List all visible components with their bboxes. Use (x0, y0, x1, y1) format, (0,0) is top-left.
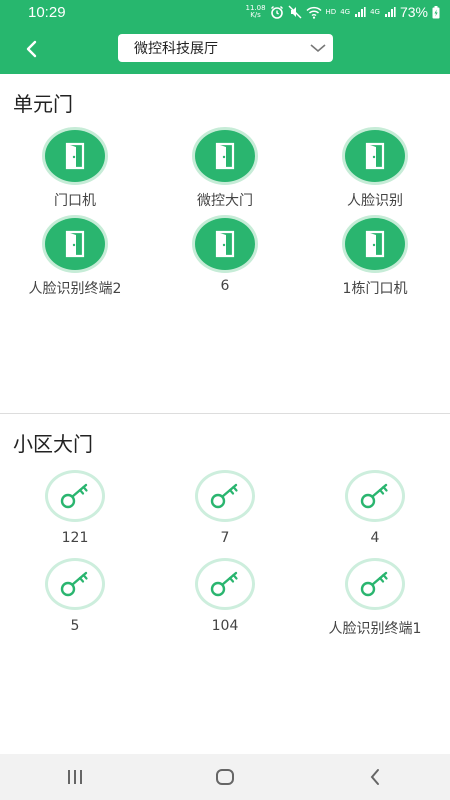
community-gate-grid: 121 7 4 5 104 人脸识别终端1 (0, 470, 450, 646)
home-button[interactable] (195, 757, 255, 797)
network-speed: 11.08 K/s (245, 5, 265, 19)
door-item[interactable]: 人脸识别终端2 (0, 218, 150, 306)
door-item[interactable]: 人脸识别 (300, 130, 450, 218)
door-icon (345, 218, 405, 270)
door-icon (345, 130, 405, 182)
door-item-label: 人脸识别终端2 (28, 281, 122, 297)
recent-apps-button[interactable] (45, 757, 105, 797)
door-item-label: 微控大门 (197, 193, 253, 209)
door-item[interactable]: 门口机 (0, 130, 150, 218)
door-icon (195, 130, 255, 182)
gate-item-label: 4 (370, 530, 380, 546)
battery-icon (432, 5, 440, 19)
network-type-2: 4G (370, 8, 380, 16)
gate-item[interactable]: 5 (0, 558, 150, 646)
gate-item-label: 7 (220, 530, 230, 546)
gate-item-label: 5 (70, 618, 80, 634)
key-icon (345, 558, 405, 610)
signal-icon-1 (354, 6, 366, 18)
home-icon (216, 769, 234, 785)
key-icon (345, 470, 405, 522)
gate-item-label: 121 (61, 530, 89, 546)
section-title-community-gate: 小区大门 (13, 432, 93, 456)
mute-icon (288, 5, 302, 19)
location-selector[interactable]: 微控科技展厅 (118, 34, 333, 62)
door-item-label: 1栋门口机 (342, 281, 408, 297)
alarm-icon (270, 5, 284, 19)
unit-door-grid: 门口机 微控大门 人脸识别 人脸识别终端2 6 1栋门口机 (0, 130, 450, 306)
door-item[interactable]: 6 (150, 218, 300, 306)
door-icon (45, 218, 105, 270)
door-item[interactable]: 1栋门口机 (300, 218, 450, 306)
gate-item-label: 人脸识别终端1 (328, 621, 422, 637)
door-item-label: 门口机 (54, 193, 96, 209)
gate-item[interactable]: 121 (0, 470, 150, 558)
key-icon (195, 558, 255, 610)
gate-item[interactable]: 4 (300, 470, 450, 558)
system-back-button[interactable] (345, 757, 405, 797)
section-title-unit-door: 单元门 (13, 92, 73, 116)
gate-item[interactable]: 104 (150, 558, 300, 646)
status-bar: 10:29 11.08 K/s HD 4G 4G 73% (0, 0, 450, 24)
back-button[interactable] (18, 36, 44, 62)
key-icon (195, 470, 255, 522)
recent-apps-icon (68, 770, 82, 784)
gate-item[interactable]: 7 (150, 470, 300, 558)
wifi-icon (306, 6, 322, 19)
battery-percent: 73% (399, 4, 428, 20)
key-icon (45, 470, 105, 522)
door-item-label: 人脸识别 (347, 193, 403, 209)
key-icon (45, 558, 105, 610)
door-item[interactable]: 微控大门 (150, 130, 300, 218)
hd-label: HD (325, 8, 337, 16)
status-time: 10:29 (28, 3, 66, 21)
chevron-down-icon (310, 44, 326, 53)
back-icon (370, 769, 379, 785)
signal-icon-2 (384, 6, 396, 18)
door-icon (45, 130, 105, 182)
chevron-left-icon (26, 40, 37, 58)
network-speed-unit: K/s (250, 11, 261, 19)
network-type-1: 4G (340, 8, 351, 16)
section-divider (0, 413, 450, 414)
gate-item-label: 104 (211, 618, 239, 634)
gate-item[interactable]: 人脸识别终端1 (300, 558, 450, 646)
system-nav-bar (0, 754, 450, 800)
selected-location: 微控科技展厅 (134, 41, 218, 57)
door-item-label: 6 (220, 278, 230, 294)
door-icon (195, 218, 255, 270)
status-icons: 11.08 K/s HD 4G 4G 73% (245, 4, 440, 20)
header-bar: 微控科技展厅 (0, 24, 450, 74)
